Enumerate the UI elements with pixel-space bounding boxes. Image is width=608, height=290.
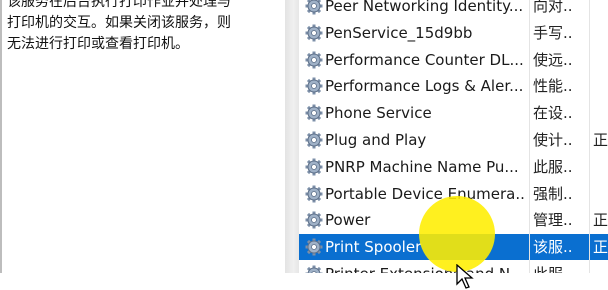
service-status: 正 bbox=[593, 238, 608, 257]
cursor-highlight bbox=[419, 196, 495, 272]
service-description: 在设... bbox=[533, 104, 573, 123]
service-row[interactable]: Plug and Play 使计... 正 bbox=[299, 127, 608, 153]
service-description: 手写... bbox=[533, 23, 573, 42]
gear-service-icon bbox=[305, 211, 323, 229]
gear-service-icon bbox=[305, 131, 323, 149]
service-status: 正 bbox=[593, 211, 608, 230]
description-line: 无法进行打印或查看打印机。 bbox=[7, 36, 189, 52]
service-row[interactable]: PenService_15d9bb 手写... bbox=[299, 20, 608, 46]
service-row[interactable]: Peer Networking Identity... 向对... bbox=[299, 0, 608, 19]
column-separator bbox=[589, 0, 590, 273]
gear-service-icon bbox=[305, 24, 323, 42]
service-row[interactable]: Performance Counter DL... 使远... bbox=[299, 47, 608, 73]
column-separator bbox=[529, 0, 530, 273]
service-description: 使远... bbox=[533, 50, 573, 69]
service-row[interactable]: PNRP Machine Name Pu... 此服... bbox=[299, 154, 608, 180]
gear-service-icon bbox=[305, 0, 323, 15]
service-name: Phone Service bbox=[325, 104, 432, 123]
service-description-text: 该服务在后台执行打印作业并处理与 打印机的交互。如果关闭该服务，则 无法进行打印… bbox=[7, 0, 279, 55]
service-description-panel: 该服务在后台执行打印作业并处理与 打印机的交互。如果关闭该服务，则 无法进行打印… bbox=[0, 0, 285, 273]
description-line: 打印机的交互。如果关闭该服务，则 bbox=[7, 15, 231, 31]
service-description: 此服... bbox=[533, 264, 573, 273]
mouse-pointer-icon bbox=[456, 264, 474, 289]
gear-service-icon bbox=[305, 51, 323, 69]
panel-border bbox=[0, 0, 2, 273]
service-name: Printer Extensions and N... bbox=[325, 264, 525, 273]
service-description: 该服... bbox=[533, 238, 573, 257]
service-name: Plug and Play bbox=[325, 131, 427, 149]
gear-service-icon bbox=[305, 185, 323, 203]
service-description: 性能... bbox=[533, 77, 573, 96]
service-status: 正 bbox=[593, 131, 608, 149]
service-row[interactable]: Phone Service 在设... bbox=[299, 100, 608, 126]
service-name: PNRP Machine Name Pu... bbox=[325, 157, 519, 176]
service-name: Performance Logs & Aler... bbox=[325, 77, 524, 96]
service-name: Peer Networking Identity... bbox=[325, 0, 524, 15]
service-name: Portable Device Enumera... bbox=[325, 184, 525, 203]
service-description: 强制... bbox=[533, 184, 573, 203]
service-description: 向对... bbox=[533, 0, 573, 15]
service-name: Performance Counter DL... bbox=[325, 50, 524, 69]
service-row[interactable]: Performance Logs & Aler... 性能... bbox=[299, 73, 608, 99]
panel-divider[interactable] bbox=[285, 0, 299, 273]
service-description: 此服... bbox=[533, 157, 573, 176]
service-description: 管理... bbox=[533, 211, 573, 230]
gear-service-icon bbox=[305, 104, 323, 122]
description-line: 该服务在后台执行打印作业并处理与 bbox=[7, 0, 231, 10]
gear-service-icon bbox=[305, 158, 323, 176]
gear-service-icon bbox=[305, 265, 323, 273]
gear-service-icon bbox=[305, 77, 323, 95]
service-description: 使计... bbox=[533, 131, 573, 149]
service-name: PenService_15d9bb bbox=[325, 23, 473, 42]
gear-service-icon bbox=[305, 238, 323, 256]
